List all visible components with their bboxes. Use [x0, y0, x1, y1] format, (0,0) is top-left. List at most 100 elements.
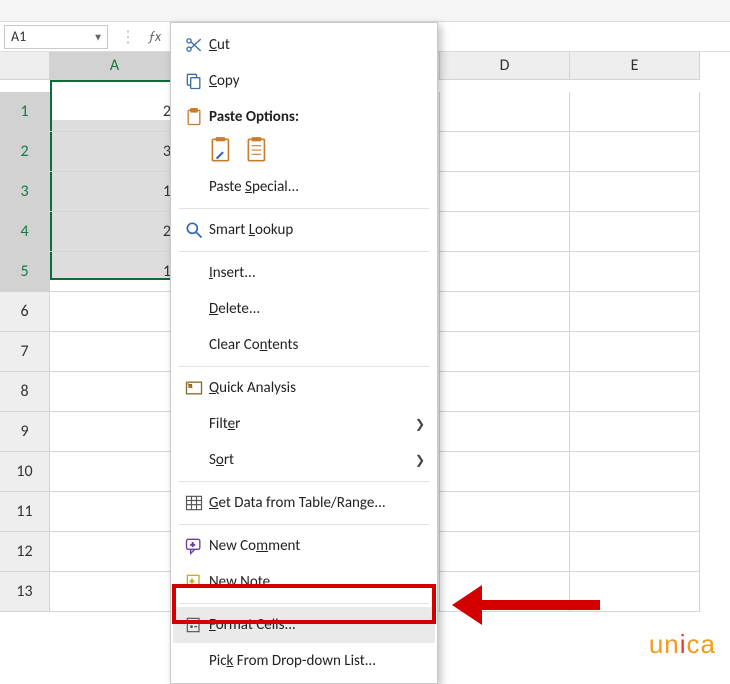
- menu-label: Cut: [209, 36, 425, 54]
- row-header-2[interactable]: 2: [0, 132, 50, 172]
- cell-E4[interactable]: [570, 212, 700, 252]
- menu-new-note[interactable]: + New Note: [173, 564, 435, 600]
- cell-E11[interactable]: [570, 492, 700, 532]
- row-header-6[interactable]: 6: [0, 292, 50, 332]
- menu-separator: [179, 524, 429, 525]
- chevron-right-icon: ❯: [415, 453, 425, 468]
- cell-A10[interactable]: [50, 452, 180, 492]
- cell-A12[interactable]: [50, 532, 180, 572]
- row-header-12[interactable]: 12: [0, 532, 50, 572]
- cell-A6[interactable]: [50, 292, 180, 332]
- cell-D3[interactable]: [440, 172, 570, 212]
- cell-E5[interactable]: [570, 252, 700, 292]
- context-menu: Cut Copy Paste Options: Paste Special...…: [170, 22, 438, 684]
- search-icon: [179, 220, 209, 240]
- cell-E3[interactable]: [570, 172, 700, 212]
- row-header-7[interactable]: 7: [0, 332, 50, 372]
- select-all-corner[interactable]: [0, 52, 50, 80]
- cell-D7[interactable]: [440, 332, 570, 372]
- menu-label: Format Cells...: [209, 616, 425, 634]
- menu-sort[interactable]: Sort ❯: [173, 442, 435, 478]
- row-header-10[interactable]: 10: [0, 452, 50, 492]
- cell-D1[interactable]: [440, 92, 570, 132]
- menu-filter[interactable]: Filter ❯: [173, 406, 435, 442]
- cell-A9[interactable]: [50, 412, 180, 452]
- menu-label: Smart Lookup: [209, 221, 425, 239]
- cell-D6[interactable]: [440, 292, 570, 332]
- cell-E8[interactable]: [570, 372, 700, 412]
- menu-format-cells[interactable]: Format Cells...: [173, 607, 435, 643]
- chevron-down-icon[interactable]: ▼: [93, 30, 103, 43]
- cell-A5[interactable]: 1: [50, 252, 180, 292]
- menu-separator: [179, 603, 429, 604]
- paste-values-icon[interactable]: [245, 135, 271, 170]
- cell-A13[interactable]: [50, 572, 180, 612]
- cell-D5[interactable]: [440, 252, 570, 292]
- cell-D11[interactable]: [440, 492, 570, 532]
- cell-E10[interactable]: [570, 452, 700, 492]
- format-cells-icon: [179, 615, 209, 635]
- row-header-1[interactable]: 1: [0, 92, 50, 132]
- column-header-E[interactable]: E: [570, 52, 700, 80]
- clipboard-icon: [179, 107, 209, 127]
- name-box[interactable]: A1 ▼: [4, 25, 108, 49]
- menu-label: Sort: [209, 451, 415, 469]
- menu-cut[interactable]: Cut: [173, 27, 435, 63]
- menu-label: Paste Special...: [209, 178, 425, 196]
- cell-A11[interactable]: [50, 492, 180, 532]
- row-header-13[interactable]: 13: [0, 572, 50, 612]
- row-header-4[interactable]: 4: [0, 212, 50, 252]
- cell-A4[interactable]: 2: [50, 212, 180, 252]
- cell-D4[interactable]: [440, 212, 570, 252]
- cell-E1[interactable]: [570, 92, 700, 132]
- cell-A7[interactable]: [50, 332, 180, 372]
- column-header-A[interactable]: A: [50, 52, 180, 80]
- menu-new-comment[interactable]: + New Comment: [173, 528, 435, 564]
- cell-D12[interactable]: [440, 532, 570, 572]
- cell-A3[interactable]: 1: [50, 172, 180, 212]
- note-icon: +: [179, 572, 209, 592]
- menu-label: Get Data from Table/Range...: [209, 494, 425, 512]
- cell-E12[interactable]: [570, 532, 700, 572]
- cell-D9[interactable]: [440, 412, 570, 452]
- cell-A8[interactable]: [50, 372, 180, 412]
- table-icon: [179, 493, 209, 513]
- cell-A1[interactable]: 2: [50, 92, 180, 132]
- watermark: unica: [649, 629, 716, 660]
- menu-pick-from-list[interactable]: Pick From Drop-down List...: [173, 643, 435, 679]
- scissors-icon: [179, 35, 209, 55]
- menu-insert[interactable]: Insert...: [173, 255, 435, 291]
- menu-quick-analysis[interactable]: Quick Analysis: [173, 370, 435, 406]
- menu-label: Quick Analysis: [209, 379, 425, 397]
- row-header-11[interactable]: 11: [0, 492, 50, 532]
- svg-text:+: +: [190, 577, 194, 587]
- cell-E6[interactable]: [570, 292, 700, 332]
- menu-label: Delete...: [209, 300, 425, 318]
- svg-text:+: +: [191, 540, 195, 550]
- row-header-9[interactable]: 9: [0, 412, 50, 452]
- menu-clear-contents[interactable]: Clear Contents: [173, 327, 435, 363]
- menu-smart-lookup[interactable]: Smart Lookup: [173, 212, 435, 248]
- cell-A2[interactable]: 3: [50, 132, 180, 172]
- column-header-D[interactable]: D: [440, 52, 570, 80]
- cell-D2[interactable]: [440, 132, 570, 172]
- divider: ⋮: [108, 27, 148, 47]
- row-header-3[interactable]: 3: [0, 172, 50, 212]
- name-box-value: A1: [11, 28, 26, 45]
- cell-E9[interactable]: [570, 412, 700, 452]
- cell-D8[interactable]: [440, 372, 570, 412]
- menu-separator: [179, 366, 429, 367]
- menu-label: Clear Contents: [209, 336, 425, 354]
- row-header-5[interactable]: 5: [0, 252, 50, 292]
- cell-D10[interactable]: [440, 452, 570, 492]
- paste-default-icon[interactable]: [209, 135, 235, 170]
- cell-E7[interactable]: [570, 332, 700, 372]
- callout-arrow: [452, 585, 602, 625]
- cell-E2[interactable]: [570, 132, 700, 172]
- menu-delete[interactable]: Delete...: [173, 291, 435, 327]
- menu-get-data[interactable]: Get Data from Table/Range...: [173, 485, 435, 521]
- menu-paste-special[interactable]: Paste Special...: [173, 169, 435, 205]
- row-header-8[interactable]: 8: [0, 372, 50, 412]
- fx-icon[interactable]: ƒx: [148, 28, 161, 45]
- menu-copy[interactable]: Copy: [173, 63, 435, 99]
